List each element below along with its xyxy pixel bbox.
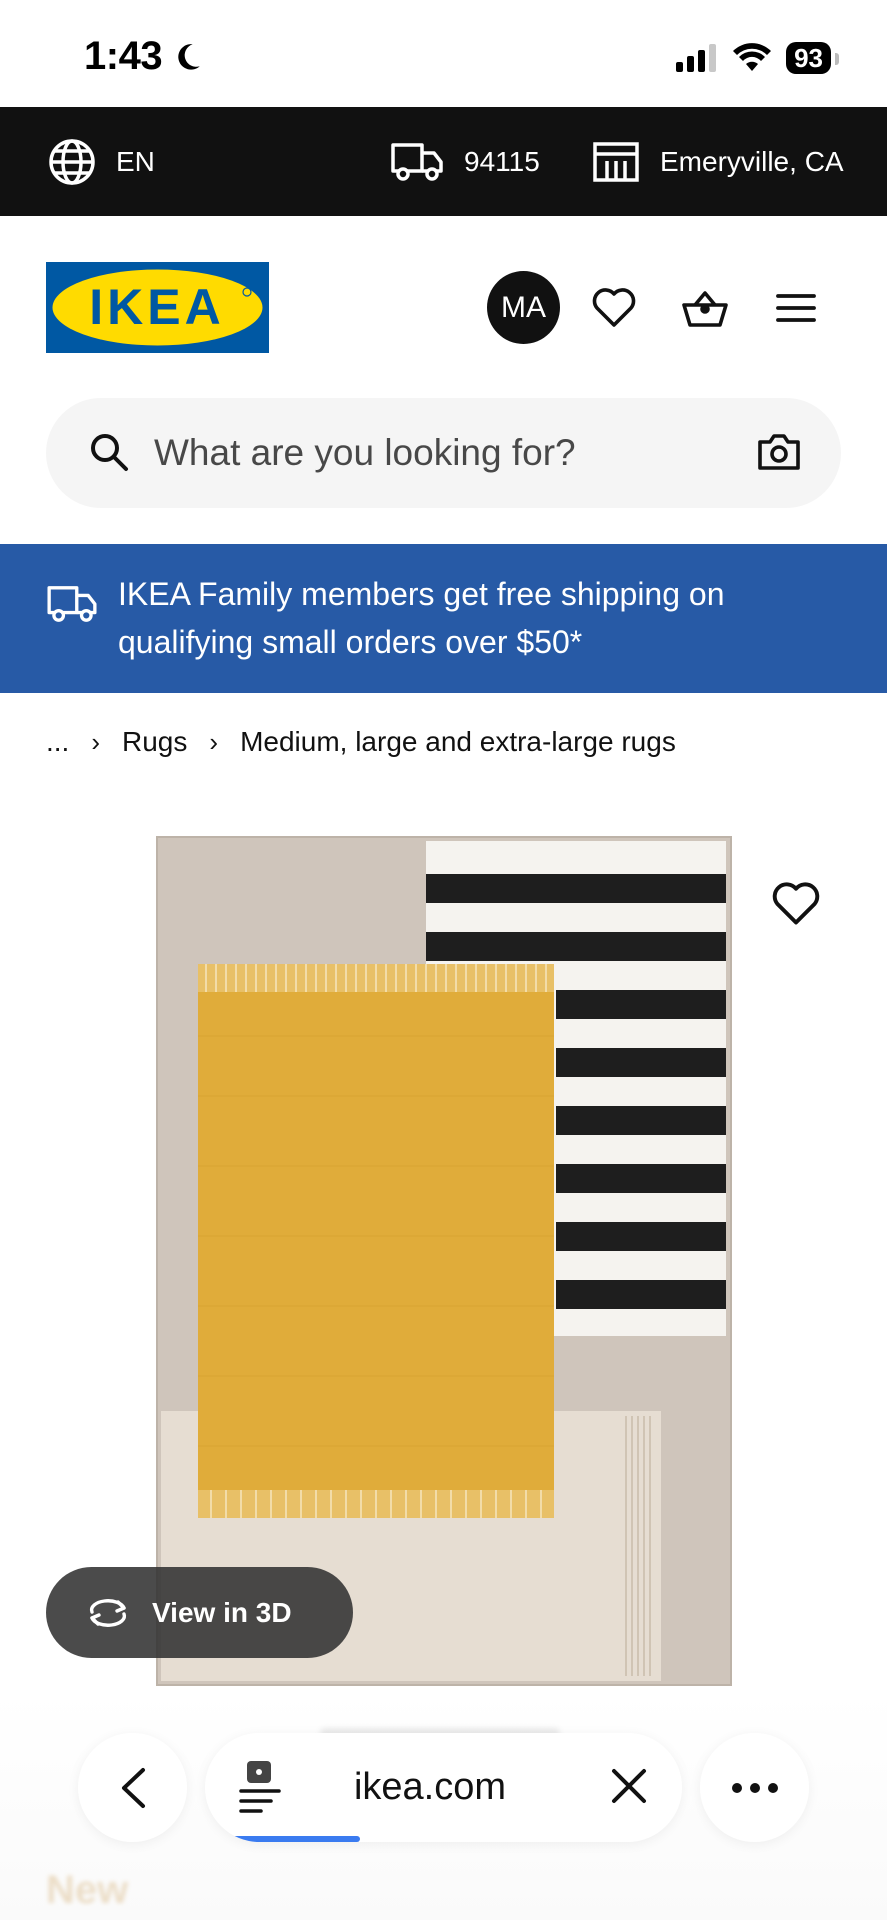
browser-back-button[interactable] <box>78 1733 187 1842</box>
truck-icon <box>391 142 443 181</box>
browser-more-button[interactable] <box>700 1733 809 1842</box>
avatar-initials: MA <box>501 290 546 324</box>
moon-icon <box>178 43 200 70</box>
status-bar: 1:43 93 <box>0 0 887 107</box>
language-selector[interactable]: EN <box>48 107 155 216</box>
basket-icon <box>682 291 728 327</box>
new-badge: New <box>46 1868 129 1912</box>
menu-button[interactable] <box>768 280 824 336</box>
truck-icon <box>47 586 97 622</box>
zip-label: 94115 <box>464 145 540 177</box>
camera-search-icon[interactable] <box>757 432 801 472</box>
battery-level: 93 <box>794 43 823 73</box>
utility-bar: EN 94115 Emeryville, CA <box>0 107 887 216</box>
language-label: EN <box>116 145 155 177</box>
logo-wordmark: IKEA <box>89 279 224 335</box>
wifi-icon <box>733 43 772 71</box>
status-time: 1:43 <box>84 34 204 79</box>
product-image[interactable] <box>156 836 732 1686</box>
promo-banner[interactable]: IKEA Family members get free shipping on… <box>0 544 887 693</box>
chevron-left-icon <box>121 1767 145 1808</box>
cellular-signal-icon <box>676 44 717 72</box>
battery-indicator: 93 <box>786 42 839 74</box>
breadcrumb-rugs[interactable]: Rugs <box>122 726 187 758</box>
close-icon[interactable] <box>610 1767 648 1805</box>
rotate-3d-icon <box>89 1598 127 1627</box>
breadcrumb: ... › Rugs › Medium, large and extra-lar… <box>46 722 676 762</box>
search-icon <box>91 434 128 471</box>
breadcrumb-current[interactable]: Medium, large and extra-large rugs <box>240 726 676 758</box>
promo-text: IKEA Family members get free shipping on… <box>118 576 725 660</box>
status-indicators: 93 <box>676 42 839 74</box>
hamburger-menu-icon <box>776 294 816 322</box>
favourites-button[interactable] <box>586 280 642 336</box>
shopping-bag-button[interactable] <box>677 280 733 336</box>
account-avatar[interactable]: MA <box>487 271 560 344</box>
store-icon <box>593 141 639 182</box>
globe-icon <box>49 138 95 185</box>
chevron-right-icon: › <box>91 726 101 757</box>
more-dots-icon <box>731 1782 778 1793</box>
add-to-favourites-heart-icon[interactable] <box>772 880 820 928</box>
view-in-3d-label: View in 3D <box>152 1596 292 1628</box>
view-in-3d-button[interactable]: View in 3D <box>46 1567 353 1658</box>
chevron-right-icon: › <box>209 726 219 757</box>
search-input[interactable] <box>154 398 744 508</box>
page-load-progress <box>230 1836 360 1842</box>
page-menu-icon[interactable] <box>239 1759 283 1815</box>
heart-icon <box>592 288 636 327</box>
address-url[interactable]: ikea.com <box>305 1733 555 1842</box>
store-label: Emeryville, CA <box>660 145 844 177</box>
store-selector[interactable]: Emeryville, CA <box>592 107 844 216</box>
ikea-logo[interactable]: IKEA <box>46 262 269 353</box>
delivery-zip-selector[interactable]: 94115 <box>390 107 540 216</box>
site-header: IKEA MA <box>0 216 887 394</box>
breadcrumb-ellipsis[interactable]: ... <box>46 726 69 758</box>
search-bar[interactable] <box>46 398 841 508</box>
clock: 1:43 <box>84 34 163 78</box>
address-bar[interactable]: ikea.com <box>205 1733 682 1842</box>
